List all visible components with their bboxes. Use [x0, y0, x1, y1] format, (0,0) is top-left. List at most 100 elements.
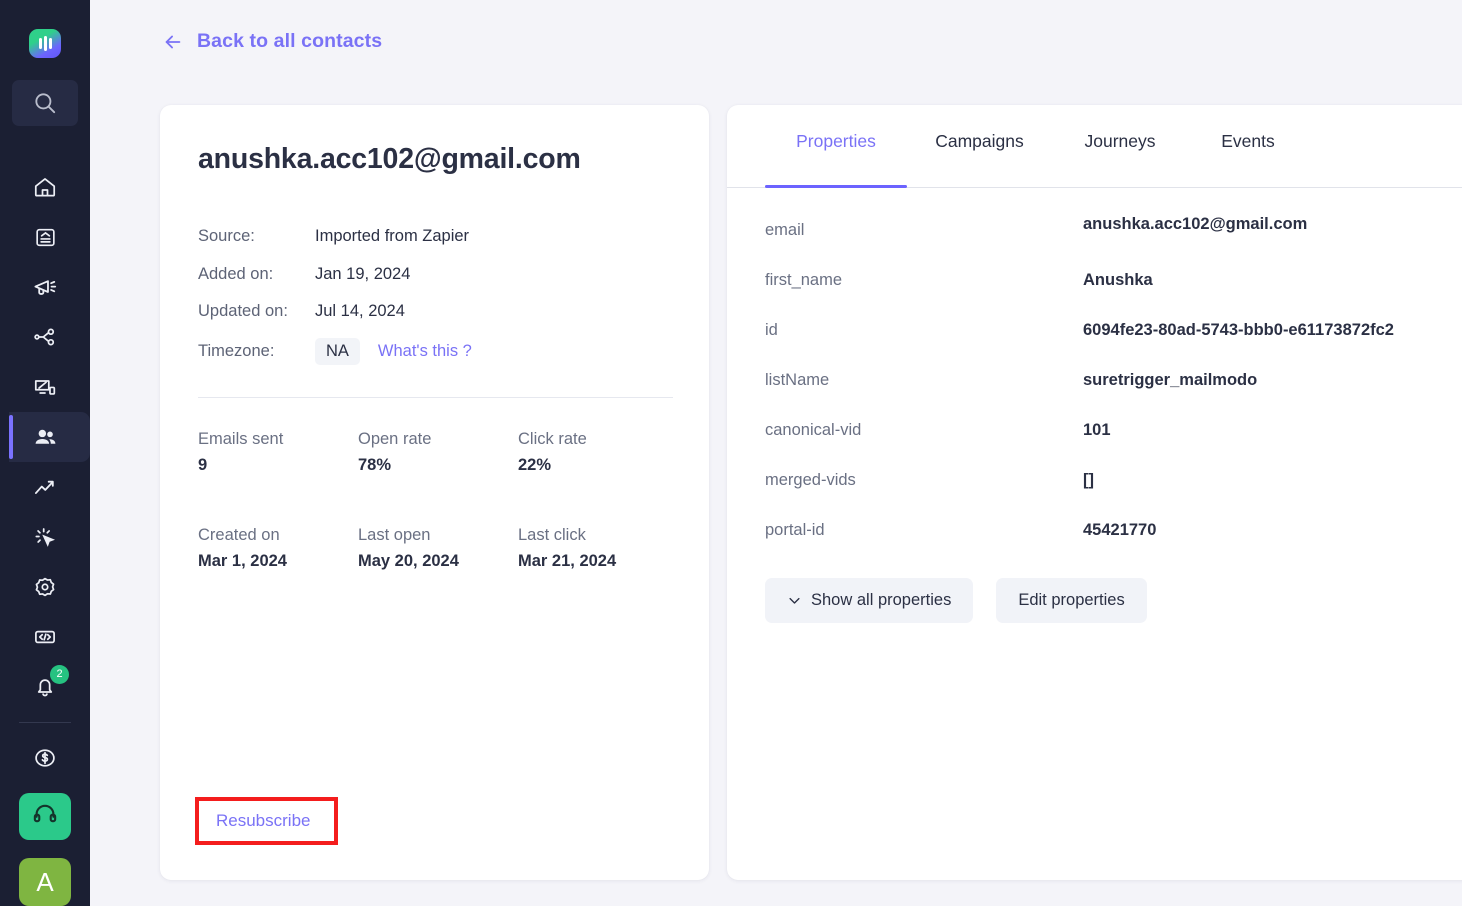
property-key: email: [765, 220, 805, 239]
stat-click-rate: Click rate 22%: [518, 427, 678, 478]
stat-value: Mar 21, 2024: [518, 552, 617, 570]
property-row: first_name Anushka: [765, 255, 1462, 305]
property-key: id: [765, 320, 778, 339]
logo-bar: [38, 38, 42, 50]
logo-bar: [43, 36, 47, 52]
property-row: listName suretrigger_mailmodo: [765, 355, 1462, 405]
sidebar-item-templates[interactable]: [0, 212, 90, 262]
stat-open-rate: Open rate 78%: [358, 427, 518, 478]
avatar-initial: A: [36, 866, 54, 897]
headset-icon: [31, 800, 59, 833]
sidebar-item-developers[interactable]: [0, 612, 90, 662]
resubscribe-button[interactable]: Resubscribe: [195, 797, 338, 845]
stat-label: Last click: [518, 526, 586, 544]
property-key: canonical-vid: [765, 420, 862, 439]
stat-label: Created on: [198, 526, 280, 544]
property-key: listName: [765, 370, 830, 389]
sidebar-divider: [19, 722, 71, 723]
code-brackets-icon: [32, 624, 58, 650]
sidebar-item-contacts[interactable]: [0, 412, 90, 463]
sidebar-nav: 2: [0, 146, 90, 712]
card-divider: [198, 397, 673, 398]
back-to-all-contacts-link[interactable]: Back to all contacts: [162, 30, 382, 53]
properties-list: email anushka.acc102@gmail.com first_nam…: [765, 205, 1462, 540]
meta-label: Added on:: [198, 264, 274, 283]
meta-label: Updated on:: [198, 302, 288, 321]
sidebar-item-journeys[interactable]: [0, 312, 90, 362]
app-root: 2 A Back to all contacts anushka.acc102@…: [0, 0, 1462, 906]
tab-campaigns[interactable]: Campaigns: [907, 131, 1052, 187]
details-tabs: Properties Campaigns Journeys Events: [727, 131, 1462, 188]
stats-row-2: Created on Mar 1, 2024 Last open May 20,…: [198, 523, 678, 574]
stat-label: Last open: [358, 526, 431, 544]
properties-actions: Show all properties Edit properties: [765, 578, 1147, 623]
tab-label: Campaigns: [935, 131, 1024, 151]
back-label: Back to all contacts: [197, 30, 383, 52]
logo-bar: [48, 38, 52, 50]
tab-journeys[interactable]: Journeys: [1052, 131, 1188, 187]
stat-label: Open rate: [358, 430, 432, 448]
stats-row-1: Emails sent 9 Open rate 78% Click rate 2…: [198, 427, 678, 478]
meta-label: Timezone:: [198, 342, 275, 360]
property-row: merged-vids []: [765, 455, 1462, 505]
bell-icon: 2: [32, 665, 69, 700]
cursor-click-icon: [32, 524, 58, 550]
tab-label: Journeys: [1084, 131, 1156, 151]
stat-value: Mar 1, 2024: [198, 552, 287, 570]
page-title: anushka.acc102@gmail.com: [198, 143, 581, 175]
search-icon: [32, 90, 58, 116]
share-nodes-icon: [32, 324, 58, 350]
stat-value: 9: [198, 456, 208, 474]
stat-last-click: Last click Mar 21, 2024: [518, 523, 678, 574]
home-icon: [32, 174, 58, 200]
property-value: Anushka: [1083, 270, 1153, 289]
contact-details-card: Properties Campaigns Journeys Events ema…: [727, 105, 1462, 880]
sidebar-item-home[interactable]: [0, 162, 90, 212]
property-value: suretrigger_mailmodo: [1083, 370, 1258, 389]
cards-row: anushka.acc102@gmail.com Source: Importe…: [160, 105, 1462, 880]
resubscribe-label: Resubscribe: [216, 811, 311, 830]
mailmodo-logo[interactable]: [29, 29, 61, 59]
property-key: portal-id: [765, 520, 825, 539]
sidebar-item-campaigns[interactable]: [0, 262, 90, 312]
property-value: 101: [1083, 420, 1111, 439]
sidebar-item-notifications[interactable]: 2: [0, 662, 90, 712]
screen-share-icon: [32, 374, 58, 400]
sidebar-item-analytics[interactable]: [0, 462, 90, 512]
meta-value: Jul 14, 2024: [315, 302, 405, 321]
search-button[interactable]: [12, 80, 78, 127]
tab-label: Events: [1221, 131, 1275, 151]
sidebar-item-settings[interactable]: [0, 562, 90, 612]
line-chart-icon: [32, 474, 58, 500]
sidebar-item-forms[interactable]: [0, 362, 90, 412]
users-icon: [32, 424, 59, 451]
timezone-badge: NA: [315, 338, 360, 365]
document-icon: [33, 225, 58, 250]
contact-meta-list: Source: Imported from Zapier Added on: J…: [198, 218, 472, 373]
property-row: email anushka.acc102@gmail.com: [765, 205, 1462, 255]
property-row: portal-id 45421770: [765, 505, 1462, 540]
gear-icon: [32, 574, 58, 600]
property-value: 6094fe23-80ad-5743-bbb0-e61173872fc2: [1083, 320, 1394, 339]
stat-value: 22%: [518, 456, 552, 474]
show-all-properties-button[interactable]: Show all properties: [765, 578, 974, 623]
sidebar-item-billing[interactable]: [0, 735, 90, 781]
sidebar-item-events[interactable]: [0, 512, 90, 562]
avatar[interactable]: A: [19, 858, 71, 906]
property-row: id 6094fe23-80ad-5743-bbb0-e61173872fc2: [765, 305, 1462, 355]
main-content: Back to all contacts anushka.acc102@gmai…: [90, 0, 1462, 906]
tab-events[interactable]: Events: [1188, 131, 1308, 187]
support-button[interactable]: [19, 792, 71, 841]
meta-row-source: Source: Imported from Zapier: [198, 218, 472, 256]
edit-properties-button[interactable]: Edit properties: [996, 578, 1147, 623]
show-all-properties-label: Show all properties: [811, 591, 952, 609]
contact-summary-card: anushka.acc102@gmail.com Source: Importe…: [160, 105, 709, 880]
whats-this-link[interactable]: What's this ?: [378, 342, 472, 361]
stat-last-open: Last open May 20, 2024: [358, 523, 518, 574]
tab-properties[interactable]: Properties: [765, 131, 907, 188]
tab-label: Properties: [796, 131, 876, 151]
meta-row-updated-on: Updated on: Jul 14, 2024: [198, 293, 472, 331]
property-value: 45421770: [1083, 520, 1157, 539]
meta-value: Jan 19, 2024: [315, 264, 411, 283]
property-row: canonical-vid 101: [765, 405, 1462, 455]
